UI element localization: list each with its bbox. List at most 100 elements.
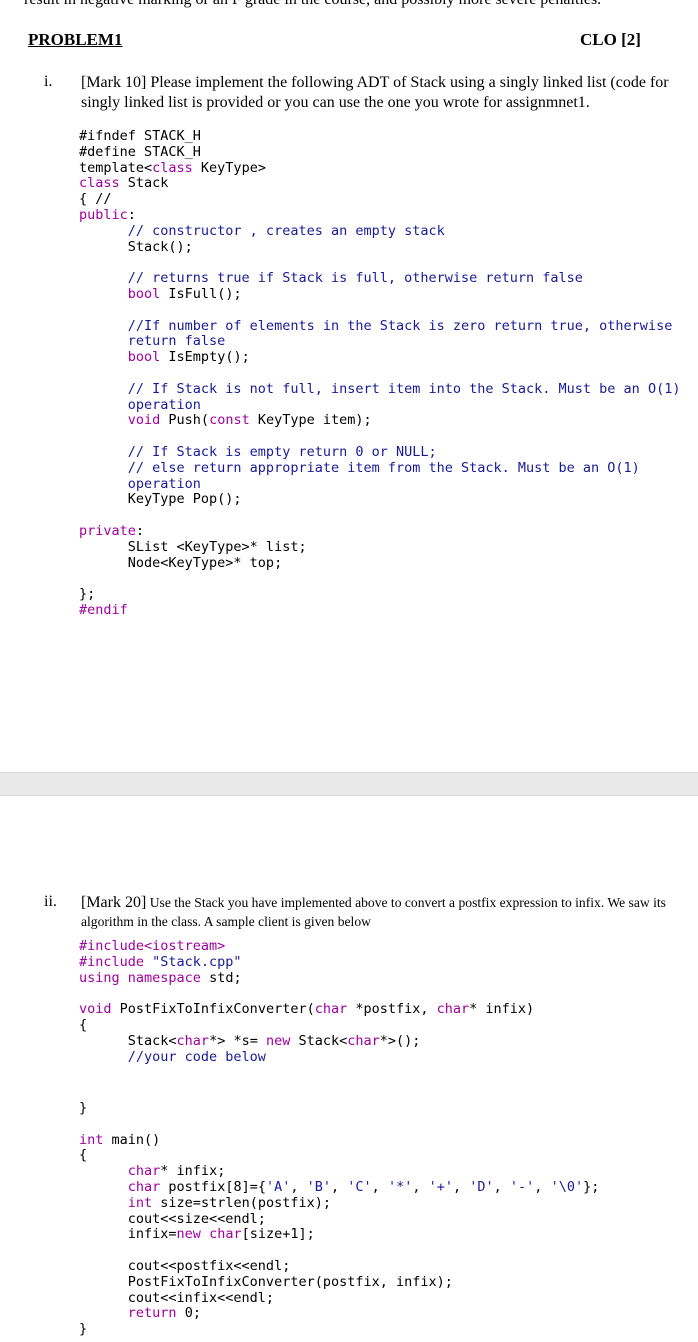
code-token: class — [79, 175, 120, 192]
code-line: #define STACK_H — [79, 144, 680, 161]
code-token: Stack(); — [79, 238, 193, 255]
code-token: std; — [200, 969, 242, 986]
code-line: int main() — [79, 1131, 599, 1149]
code-token: char — [314, 1001, 348, 1018]
code-token: cout<<infix<<endl; — [79, 1289, 275, 1306]
code-token: // constructor , creates an empty stack — [79, 222, 445, 239]
code-line: Node<KeyType>* top; — [79, 555, 680, 572]
code-token: class — [152, 159, 193, 176]
code-token: // returns true if Stack is full, otherw… — [79, 270, 583, 287]
code-line: cout<<postfix<<endl; — [79, 1258, 599, 1275]
code-token: #include<iostream> — [79, 938, 226, 954]
code-token: char — [176, 1032, 210, 1049]
code-token: { // — [79, 191, 112, 208]
code-token: { — [79, 1147, 88, 1164]
code-block-stack-header: #ifndef STACK_H #define STACK_H template<c… — [79, 128, 681, 619]
code-line: // returns true if Stack is full, otherw… — [79, 270, 680, 287]
code-line: }; — [79, 586, 680, 603]
code-line: SList <KeyType>* list; — [79, 538, 680, 556]
code-token: int — [127, 1194, 153, 1211]
code-token: '*' — [387, 1178, 413, 1195]
code-line: { // — [79, 191, 680, 208]
code-line: char* infix; — [79, 1163, 599, 1180]
code-line: } — [79, 1321, 599, 1338]
code-token: char — [209, 1226, 242, 1243]
code-token: // else return appropriate item from the… — [79, 459, 640, 476]
code-token: *> *s= — [209, 1032, 266, 1049]
code-token: } — [79, 1100, 88, 1116]
code-token: int — [79, 1131, 104, 1148]
code-line: template<class KeyType> — [79, 159, 680, 177]
code-token: 'B' — [306, 1178, 332, 1195]
code-line: // If Stack is not full, insert item int… — [79, 381, 681, 398]
code-line: Stack(); — [79, 238, 680, 256]
code-token: //your code below — [79, 1048, 266, 1065]
question-text: [Mark 20] Use the Stack you have impleme… — [81, 893, 698, 931]
code-line: char postfix[8]={'A', 'B', 'C', '*', '+'… — [79, 1178, 600, 1196]
code-token: KeyType> — [192, 159, 266, 176]
code-token: Stack< — [290, 1032, 348, 1049]
clo-label: CLO [2] — [580, 30, 641, 49]
code-token: , — [412, 1178, 429, 1195]
code-line: void PostFixToInfixConverter(char *postf… — [79, 1001, 535, 1018]
code-token: }; — [79, 586, 96, 603]
page-separator — [0, 772, 698, 796]
code-line: cout<<size<<endl; — [79, 1210, 599, 1228]
code-line: { — [79, 1147, 599, 1164]
code-token: : — [135, 522, 145, 539]
code-line: // else return appropriate item from the… — [79, 459, 680, 477]
question-number: ii. — [44, 893, 57, 910]
code-token: 'D' — [469, 1178, 494, 1195]
code-line: // constructor , creates an empty stack — [79, 222, 680, 240]
code-token: PostFixToInfixConverter( — [111, 1001, 315, 1018]
code-line: void Push(const KeyType item); — [79, 412, 680, 429]
code-token: template< — [79, 159, 153, 176]
code-token: * infix; — [160, 1163, 226, 1180]
code-token: Stack< — [79, 1032, 177, 1049]
code-token: 0; — [176, 1305, 201, 1322]
code-line: operation — [79, 397, 680, 414]
code-line: //your code below — [79, 1048, 534, 1066]
question-line: [Mark 10] Please implement the following… — [81, 74, 669, 91]
code-token: Stack — [119, 175, 169, 192]
code-token: : — [127, 206, 136, 223]
code-token: void — [79, 1001, 112, 1018]
code-line: return false — [79, 333, 680, 350]
code-token: #ifndef STACK_H — [79, 128, 201, 144]
question-line: singly linked list is provided or you ca… — [81, 94, 590, 111]
code-token: IsFull(); — [160, 285, 242, 302]
code-token: , — [290, 1178, 307, 1195]
code-token: #include — [79, 953, 153, 970]
code-token: bool — [127, 285, 161, 302]
code-line: { — [79, 1017, 534, 1034]
code-token: public — [79, 206, 128, 223]
code-token: cout<<size<<endl; — [79, 1210, 266, 1227]
code-line: class Stack — [79, 175, 680, 192]
code-token: 'C' — [347, 1178, 372, 1195]
document-page-2: ii. [Mark 20] Use the Stack you have imp… — [0, 796, 698, 1342]
code-token: postfix[8]={ — [160, 1178, 266, 1195]
code-token: char — [127, 1163, 161, 1180]
question-line: [Mark 20] Use the Stack you have impleme… — [81, 893, 698, 912]
code-token: private — [79, 522, 136, 539]
code-token: SList <KeyType>* list; — [79, 538, 307, 555]
code-token: *postfix, — [347, 1001, 437, 1018]
code-token: KeyType item); — [249, 412, 372, 429]
code-token: char — [347, 1032, 380, 1049]
code-token: * infix) — [469, 1001, 535, 1018]
code-token: , — [493, 1178, 510, 1195]
code-line: // If Stack is empty return 0 or NULL; — [79, 444, 680, 461]
code-line: //If number of elements in the Stack is … — [79, 318, 680, 335]
question-line-text: Use the Stack you have implemented above… — [146, 895, 666, 910]
